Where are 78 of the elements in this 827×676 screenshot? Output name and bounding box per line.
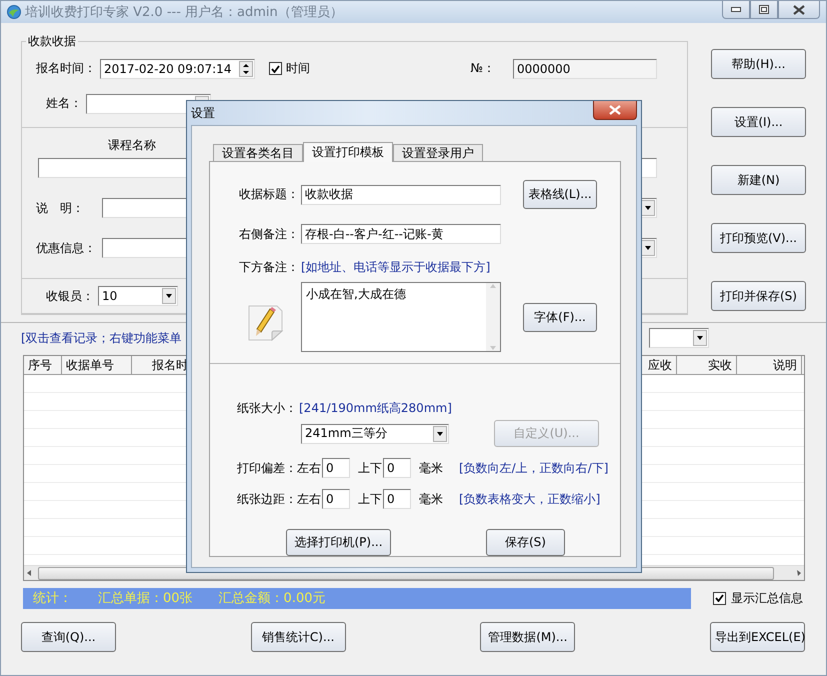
checkbox-label: 时间 <box>286 60 310 78</box>
summary-text: 统计： <box>33 590 72 607</box>
app-icon <box>7 5 21 19</box>
summary-text: 汇总单据：00张 <box>98 590 193 607</box>
field-label: 收银员： <box>46 288 94 305</box>
side-button[interactable]: 新建(N) <box>711 165 806 195</box>
side-button[interactable]: 打印预览(V)... <box>711 223 806 253</box>
column-header[interactable]: 实收 <box>677 356 737 374</box>
hint-text: [241/190mm纸高280mm] <box>299 400 452 417</box>
unit-label: 毫米 <box>419 490 443 508</box>
side-button[interactable]: 设置(I)... <box>711 107 806 137</box>
pencil-icon <box>246 302 284 340</box>
field-label: 纸张大小： <box>237 400 297 417</box>
maximize-icon <box>759 5 769 14</box>
field-label: №： <box>470 60 495 78</box>
date-time-field[interactable]: 2017-02-20 09:07:14 <box>100 58 255 79</box>
field-label: 收据标题： <box>239 186 300 203</box>
field-label: 姓名： <box>46 95 82 112</box>
action-button[interactable]: 管理数据(M)... <box>480 622 576 652</box>
dialog-button[interactable]: 表格线(L)... <box>523 180 597 209</box>
field-label: 说 明： <box>36 200 85 217</box>
close-button[interactable] <box>593 101 637 120</box>
text-area[interactable]: 小成在智,大成在德 <box>301 282 501 352</box>
field-label: 上下 <box>358 460 382 476</box>
tab[interactable]: 设置登录用户 <box>393 144 483 161</box>
dialog-button[interactable]: 保存(S) <box>486 529 565 556</box>
field-label: 右侧备注： <box>239 226 300 242</box>
window-title: 培训收费打印专家 V2.0 --- 用户名：admin（管理员） <box>25 4 343 21</box>
minimize-button[interactable] <box>722 1 750 19</box>
side-button[interactable]: 打印并保存(S) <box>711 281 806 311</box>
checkbox[interactable] <box>713 592 726 604</box>
side-button[interactable]: 帮助(H)... <box>711 49 806 79</box>
column-header[interactable]: 收据单号 <box>62 356 132 374</box>
text-field[interactable]: 存根-白--客户-红--记账-黄 <box>301 224 501 244</box>
scroll-up-icon <box>489 283 497 289</box>
number-field[interactable]: 0 <box>383 458 411 478</box>
number-field[interactable]: 0000000 <box>513 58 657 79</box>
number-field[interactable]: 0 <box>322 458 350 478</box>
cashier-combo[interactable]: 10 <box>98 286 178 306</box>
unit-label: 毫米 <box>419 460 443 476</box>
number-field[interactable]: 0 <box>322 489 350 509</box>
text-field[interactable]: 收款收据 <box>301 184 501 204</box>
minimize-icon <box>731 6 741 12</box>
close-button[interactable] <box>778 1 820 19</box>
checkbox[interactable] <box>269 62 282 76</box>
hint-text: [如地址、电话等显示于收据最下方] <box>301 259 492 276</box>
dialog-title: 设置 <box>191 104 215 122</box>
field-label: 纸张边距：左右 <box>237 490 321 508</box>
checkbox-label: 显示汇总信息 <box>731 590 803 606</box>
action-button[interactable]: 导出到EXCEL(E) <box>710 622 805 652</box>
field-label: 优惠信息： <box>36 240 97 257</box>
hint-text: [负数表格变大，正数缩小] <box>459 490 600 508</box>
field-label: 打印偏差：左右 <box>237 460 321 476</box>
column-heading: 课程名称 <box>108 137 156 154</box>
hint-text: [负数向左/上，正数向右/下] <box>459 460 608 476</box>
column-header[interactable]: 序号 <box>24 356 62 374</box>
list-hint: [双击查看记录；右键功能菜单 <box>21 330 182 346</box>
scroll-down-icon <box>489 345 497 351</box>
group-title: 收款收据 <box>27 33 77 50</box>
close-icon <box>609 105 621 115</box>
dialog-button[interactable]: 字体(F)... <box>523 303 597 332</box>
action-button[interactable]: 查询(Q)... <box>21 622 116 652</box>
action-button[interactable]: 销售统计C)... <box>250 622 346 652</box>
tab[interactable]: 设置各类名目 <box>213 144 303 161</box>
filter-combo[interactable] <box>649 328 709 348</box>
summary-text: 汇总金额：0.00元 <box>218 590 326 607</box>
scroll-right-icon <box>794 568 804 578</box>
field-label: 下方备注： <box>239 259 300 276</box>
field-label: 报名时间： <box>36 60 96 78</box>
close-icon <box>793 4 805 14</box>
dialog-button[interactable]: 选择打印机(P)... <box>286 529 391 556</box>
spinner-icon <box>239 60 253 77</box>
number-field[interactable]: 0 <box>383 489 411 509</box>
paper-size-combo[interactable]: 241mm三等分 <box>301 424 449 444</box>
tab[interactable]: 设置打印模板 <box>303 142 393 162</box>
maximize-button[interactable] <box>750 1 778 19</box>
column-header[interactable]: 说明 <box>737 356 802 374</box>
field-label: 上下 <box>358 490 382 508</box>
